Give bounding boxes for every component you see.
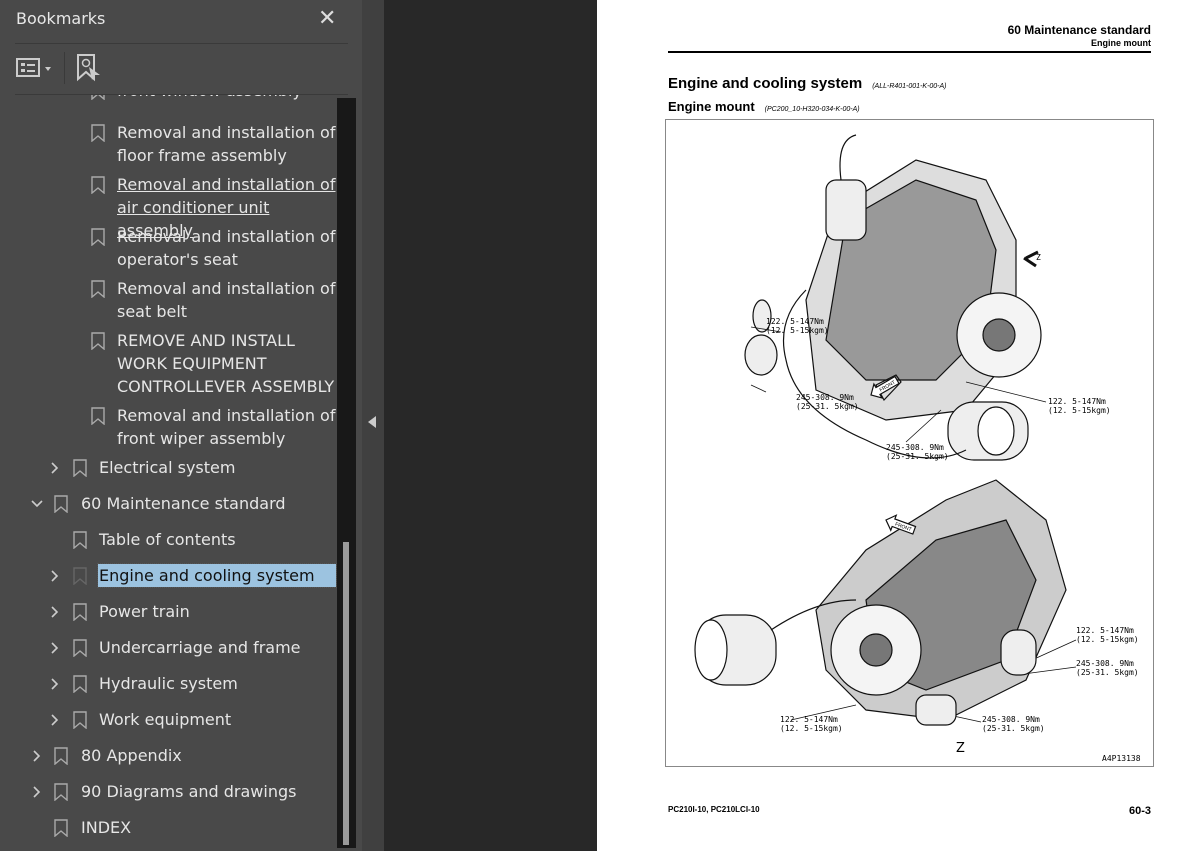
header-rule [668,51,1151,53]
bookmark-icon [91,124,105,142]
bookmark-icon [54,783,68,801]
options-menu-button[interactable] [16,56,56,80]
bookmark-label: Work equipment [99,710,232,729]
heading-1: Engine and cooling system (ALL-R401-001-K… [668,75,947,92]
bookmark-label: Electrical system [99,458,236,477]
document-page: 60 Maintenance standard Engine mount Eng… [597,0,1200,851]
close-icon[interactable]: ✕ [318,6,336,31]
torque-label: (12. 5-15kgm) [1048,406,1111,415]
engine-mount-illustration: Z 122. 5-147Nm (12. 5-15kgm) 245-308. 9N… [694,134,1141,763]
bookmark-label: Removal and installation of front wiper … [117,406,336,448]
bookmark-label: Undercarriage and frame [99,638,301,657]
list-options-icon [16,58,51,77]
torque-label: (25-31. 5kgm) [886,452,949,461]
chevron-right-icon[interactable] [48,641,62,655]
bookmark-label: front window assembly [116,95,303,102]
engine-illustration-bottom [694,479,1067,726]
bookmark-label: Table of contents [99,530,236,549]
bookmark-icon [73,603,87,621]
torque-label: (12. 5-15kgm) [1076,635,1139,644]
bookmarks-panel: Bookmarks ✕ front window assembly Removal… [0,0,362,851]
bookmark-icon [54,747,68,765]
engine-mount-figure: Z 122. 5-147Nm (12. 5-15kgm) 245-308. 9N… [665,119,1154,767]
torque-label: 245-308. 9Nm [1076,659,1134,668]
find-bookmark-button[interactable] [76,53,102,83]
scrollbar-thumb[interactable] [343,542,349,845]
torque-label: 245-308. 9Nm [982,715,1040,724]
torque-label: (25-31. 5kgm) [796,402,859,411]
running-header-sub: Engine mount [1091,38,1151,48]
chevron-right-icon[interactable] [30,749,44,763]
bookmark-label: REMOVE AND INSTALL WORK EQUIPMENT CONTRO… [117,331,335,396]
torque-label: 122. 5-147Nm [1076,626,1134,635]
bookmark-icon [73,639,87,657]
chevron-right-icon[interactable] [48,713,62,727]
bookmark-label: Removal and installation of seat belt [117,279,336,321]
bookmark-label: Power train [99,602,190,621]
bookmark-label: 60 Maintenance standard [81,494,286,513]
heading-1-text: Engine and cooling system [668,75,863,92]
chevron-right-icon[interactable] [30,785,44,799]
bookmark-icon [73,459,87,477]
torque-label: 245-308. 9Nm [886,443,944,452]
bookmark-label: 90 Diagrams and drawings [81,782,297,801]
chevron-right-icon[interactable] [48,569,62,583]
bookmark-label: Hydraulic system [99,674,238,693]
view-z-label: Z [956,741,965,756]
bookmark-label: Engine and cooling system [97,563,337,588]
torque-label: 122. 5-147Nm [1048,397,1106,406]
torque-label: (25-31. 5kgm) [982,724,1045,733]
torque-label: 122. 5-147Nm [780,715,838,724]
heading-2-code: (PC200_10-H320-034-K-00-A) [764,106,860,113]
bookmark-icon [91,332,105,350]
find-bookmark-icon [77,54,100,82]
figure-id: A4P13138 [1102,754,1141,763]
torque-label: 245-308. 9Nm [796,393,854,402]
toolbar-separator [64,52,65,84]
chevron-down-icon[interactable] [30,497,44,511]
running-header-section: 60 Maintenance standard [1007,23,1151,37]
bookmark-icon [54,495,68,513]
torque-label: 122. 5-147Nm [766,317,824,326]
divider [15,43,348,44]
chevron-right-icon[interactable] [48,677,62,691]
torque-label: (12. 5-15kgm) [780,724,843,733]
bookmark-icon [91,95,105,100]
chevron-right-icon[interactable] [48,605,62,619]
bookmark-icon [91,407,105,425]
bookmark-tree: front window assembly Removal and install… [0,95,337,851]
bookmark-icon [91,228,105,246]
torque-label: (25-31. 5kgm) [1076,668,1139,677]
bookmark-icon [91,280,105,298]
bookmark-icon [73,567,87,585]
bookmark-icon [91,176,105,194]
bookmark-label: Removal and installation of floor frame … [117,123,336,165]
heading-2-text: Engine mount [668,99,755,114]
heading-1-code: (ALL-R401-001-K-00-A) [872,83,947,90]
bookmark-icon [73,711,87,729]
footer-model: PC210I-10, PC210LCI-10 [668,805,760,814]
torque-label: (12. 5-15kgm) [766,326,829,335]
panel-title: Bookmarks [16,9,106,28]
bookmark-label: INDEX [81,818,132,837]
bookmark-label: 80 Appendix [81,746,182,765]
chevron-right-icon[interactable] [48,461,62,475]
collapse-panel-button[interactable] [362,0,384,851]
bookmark-icon [54,819,68,837]
page-number: 60-3 [1128,805,1151,817]
bookmark-label: Removal and installation of operator's s… [117,227,336,269]
bookmark-icon [73,675,87,693]
view-z-arrow-label: Z [1036,253,1041,262]
chevron-left-icon [368,416,376,428]
engine-illustration-top [744,134,1042,461]
bookmark-icon [73,531,87,549]
heading-2: Engine mount (PC200_10-H320-034-K-00-A) [668,99,860,114]
